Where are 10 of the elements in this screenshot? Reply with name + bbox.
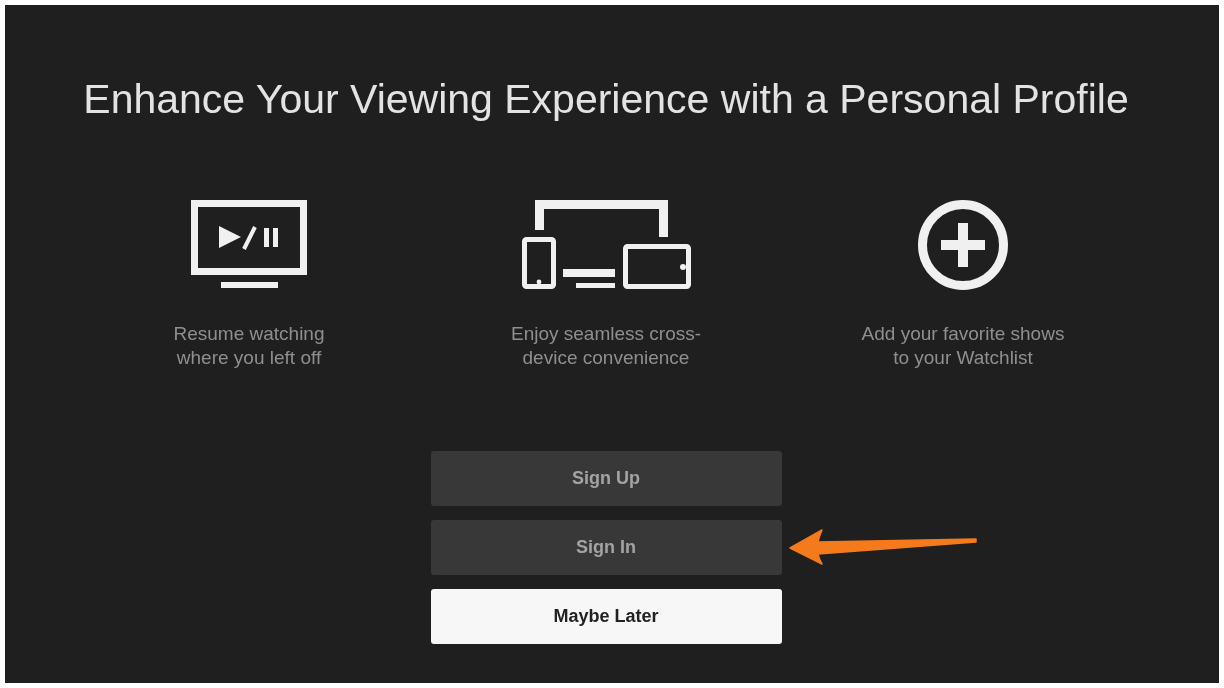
feature-text: Resume watching where you left off: [173, 322, 325, 370]
focused-button[interactable]: Maybe Later: [430, 589, 782, 644]
tv-play-pause-icon: [191, 200, 307, 288]
feature-text: Add your favorite shows to your Watchlist: [861, 322, 1065, 370]
plus-circle-icon: [918, 200, 1008, 290]
menu-button[interactable]: Sign Up: [430, 451, 782, 506]
devices-icon: [521, 200, 691, 289]
feature-text: Enjoy seamless cross- device convenience: [510, 322, 702, 370]
menu-button[interactable]: Sign In: [430, 520, 782, 575]
page-title: Enhance Your Viewing Experience with a Personal Profile: [83, 75, 1129, 123]
